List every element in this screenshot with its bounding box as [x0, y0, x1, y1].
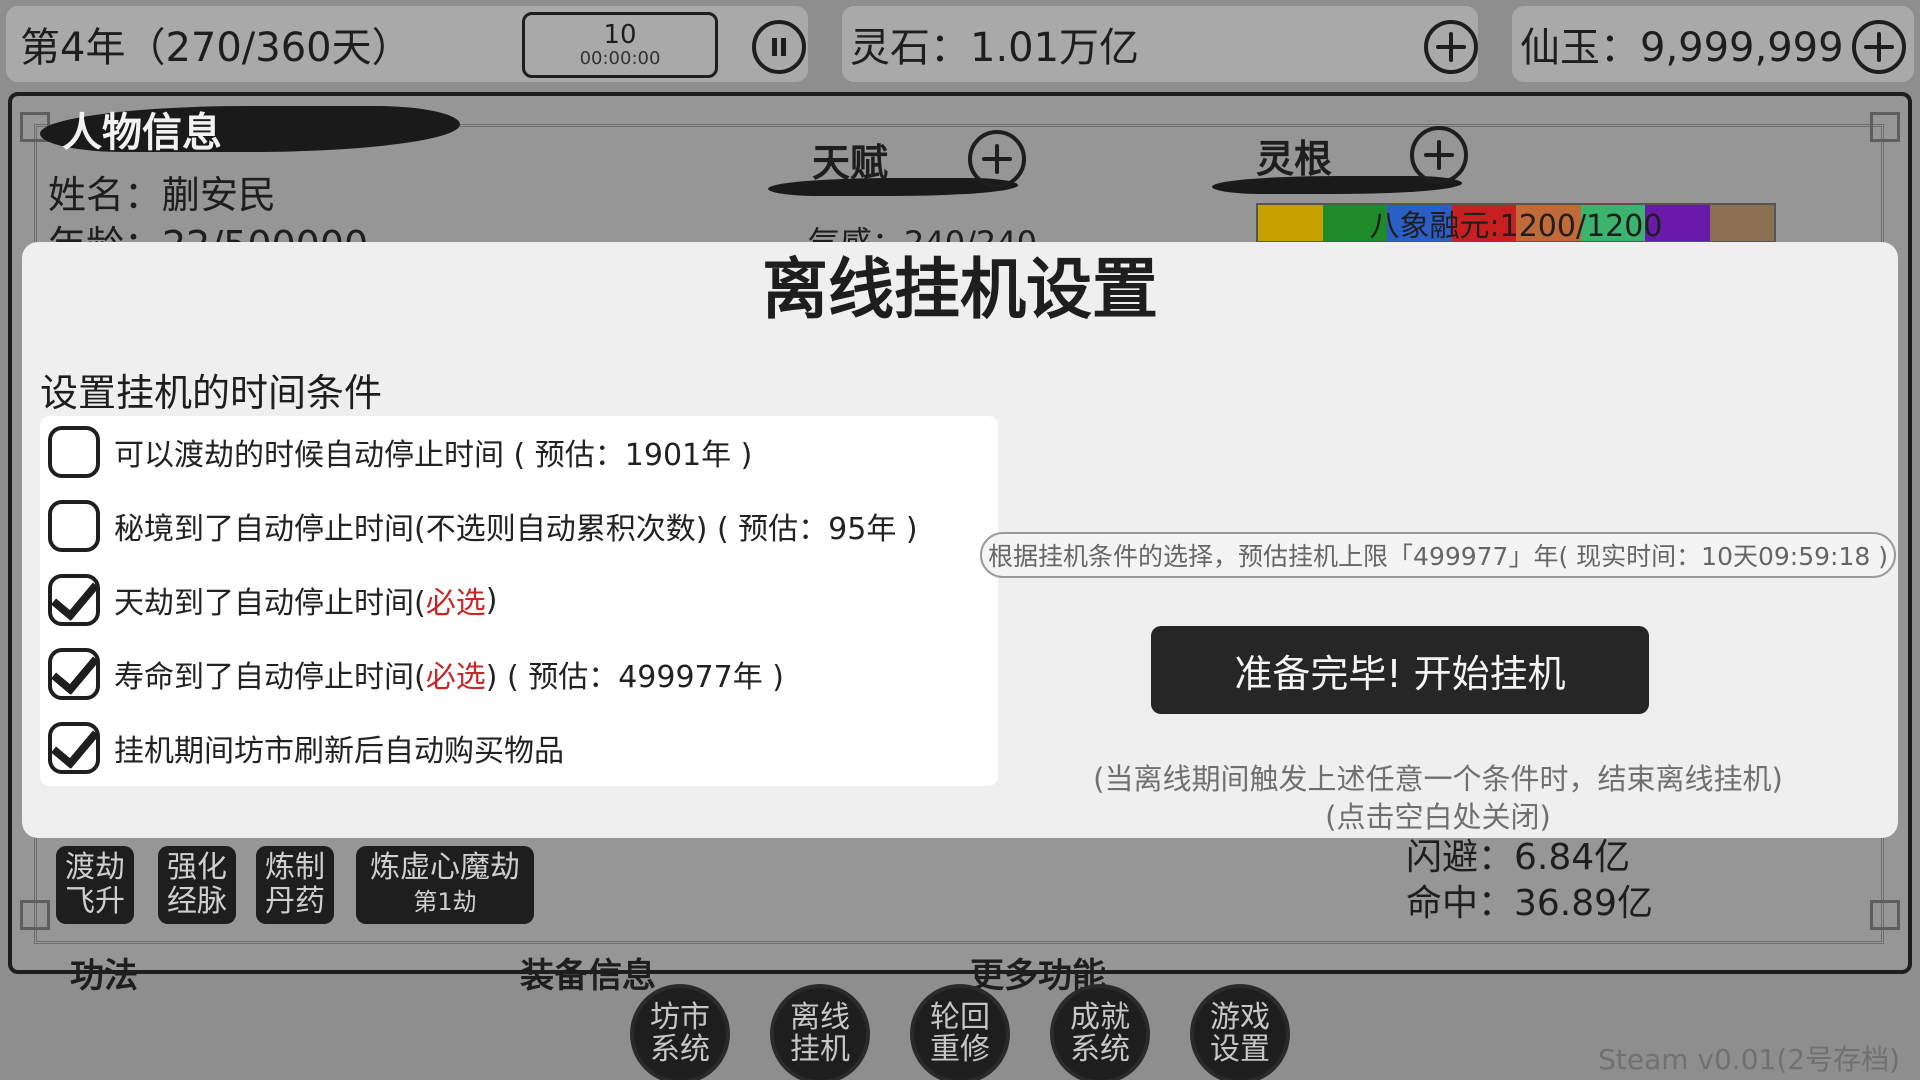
- nav-label: 系统: [1070, 1032, 1130, 1067]
- required-tag: 必选: [425, 586, 486, 621]
- option-stop-at-heaven-tribulation[interactable]: 天劫到了自动停止时间(必选): [48, 572, 497, 628]
- nav-label: 离线: [790, 1000, 850, 1035]
- option-label: 寿命到了自动停止时间(: [114, 660, 426, 695]
- market-system-button[interactable]: 坊市 系统: [634, 988, 726, 1080]
- heart-demon-tribulation-button[interactable]: 炼虚心魔劫 第1劫: [356, 846, 534, 924]
- character-name: 姓名：蒯安民: [48, 173, 277, 217]
- action-label: 炼制: [265, 850, 325, 885]
- conditions-panel: 可以渡劫的时候自动停止时间 ( 预估：1901年 ) 秘境到了自动停止时间(不选…: [40, 416, 998, 786]
- checkbox-icon[interactable]: [48, 722, 100, 774]
- talent-title: 天赋: [812, 141, 889, 185]
- nav-label: 游戏: [1210, 1000, 1270, 1035]
- reincarnation-button[interactable]: 轮回 重修: [914, 988, 1006, 1080]
- corner-ornament-icon: [1870, 112, 1900, 142]
- spirit-root-bar-label: 八象融元:1200/1200: [1369, 209, 1663, 244]
- checkbox-icon[interactable]: [48, 500, 100, 552]
- action-label: 丹药: [265, 884, 325, 919]
- option-stop-at-lifespan[interactable]: 寿命到了自动停止时间(必选) ( 预估：499977年 ): [48, 646, 784, 702]
- option-label: 秘境到了自动停止时间(不选则自动累积次数) ( 预估：95年 ): [114, 512, 918, 547]
- game-settings-button[interactable]: 游戏 设置: [1194, 988, 1286, 1080]
- version-label: Steam v0.01(2号存档): [1598, 1043, 1900, 1076]
- timer-count: 10: [603, 20, 637, 50]
- achievement-system-button[interactable]: 成就 系统: [1054, 988, 1146, 1080]
- option-suffix: ): [485, 582, 498, 618]
- nav-label: 轮回: [930, 1000, 990, 1035]
- option-label: 挂机期间坊市刷新后自动购买物品: [114, 734, 564, 769]
- offline-idle-button[interactable]: 离线 挂机: [774, 988, 866, 1080]
- action-label: 经脉: [167, 884, 227, 919]
- nav-label: 设置: [1210, 1032, 1270, 1067]
- add-talent-icon[interactable]: [968, 130, 1026, 188]
- nav-label: 成就: [1070, 1000, 1130, 1035]
- option-stop-at-secret-realm[interactable]: 秘境到了自动停止时间(不选则自动累积次数) ( 预估：95年 ): [48, 498, 918, 554]
- checkbox-icon[interactable]: [48, 648, 100, 700]
- action-label: 飞升: [65, 884, 125, 919]
- tribulation-ascend-button[interactable]: 渡劫 飞升: [56, 846, 134, 924]
- action-sublabel: 第1劫: [413, 888, 477, 916]
- dialog-title: 离线挂机设置: [762, 251, 1158, 328]
- option-auto-buy-market[interactable]: 挂机期间坊市刷新后自动购买物品: [48, 720, 564, 776]
- close-hint: (点击空白处关闭): [1325, 800, 1551, 834]
- pause-icon[interactable]: [752, 20, 806, 74]
- action-label: 强化: [167, 850, 227, 885]
- add-spirit-stone-icon[interactable]: [1424, 20, 1478, 74]
- nav-label: 坊市: [650, 1000, 710, 1035]
- strengthen-meridian-button[interactable]: 强化 经脉: [158, 846, 236, 924]
- nav-label: 系统: [650, 1032, 710, 1067]
- equipment-header: 装备信息: [520, 956, 656, 996]
- start-idle-button[interactable]: 准备完毕! 开始挂机: [1151, 626, 1649, 714]
- add-immortal-jade-icon[interactable]: [1852, 20, 1906, 74]
- timer-clock: 00:00:00: [579, 48, 661, 69]
- checkbox-icon[interactable]: [48, 426, 100, 478]
- corner-ornament-icon: [1870, 900, 1900, 930]
- immortal-jade-label: 仙玉：9,999,999: [1520, 25, 1844, 71]
- required-tag: 必选: [425, 660, 486, 695]
- idle-estimate-pill: 根据挂机条件的选择，预估挂机上限「499977」年( 现实时间：10天09:59…: [980, 532, 1896, 578]
- time-conditions-label: 设置挂机的时间条件: [40, 371, 383, 415]
- add-spirit-root-icon[interactable]: [1410, 126, 1468, 184]
- option-stop-at-tribulation[interactable]: 可以渡劫的时候自动停止时间 ( 预估：1901年 ): [48, 424, 752, 480]
- refine-pill-button[interactable]: 炼制 丹药: [256, 846, 334, 924]
- hit-stat: 命中：36.89亿: [1406, 883, 1654, 924]
- nav-label: 重修: [930, 1032, 990, 1067]
- spirit-root-title: 灵根: [1256, 137, 1333, 181]
- spirit-stone-panel: 灵石：1.01万亿: [842, 6, 1478, 82]
- action-label: 渡劫: [65, 850, 125, 885]
- year-day-label: 第4年（270/360天）: [20, 25, 412, 71]
- corner-ornament-icon: [20, 900, 50, 930]
- speed-timer-box[interactable]: 10 00:00:00: [522, 12, 718, 78]
- option-label: 可以渡劫的时候自动停止时间 ( 预估：1901年 ): [114, 438, 753, 473]
- option-suffix: ) ( 预估：499977年 ): [485, 660, 784, 695]
- action-label: 炼虚心魔劫: [370, 850, 520, 885]
- spirit-stone-label: 灵石：1.01万亿: [850, 25, 1140, 71]
- checkbox-icon[interactable]: [48, 574, 100, 626]
- offline-idle-settings-dialog[interactable]: 离线挂机设置 设置挂机的时间条件 可以渡劫的时候自动停止时间 ( 预估：1901…: [22, 242, 1898, 838]
- end-condition-hint: (当离线期间触发上述任意一个条件时，结束离线挂机): [1093, 762, 1783, 796]
- skills-header: 功法: [70, 956, 138, 996]
- nav-label: 挂机: [790, 1032, 850, 1067]
- option-label: 天劫到了自动停止时间(: [114, 586, 426, 621]
- character-section-title: 人物信息: [62, 110, 222, 156]
